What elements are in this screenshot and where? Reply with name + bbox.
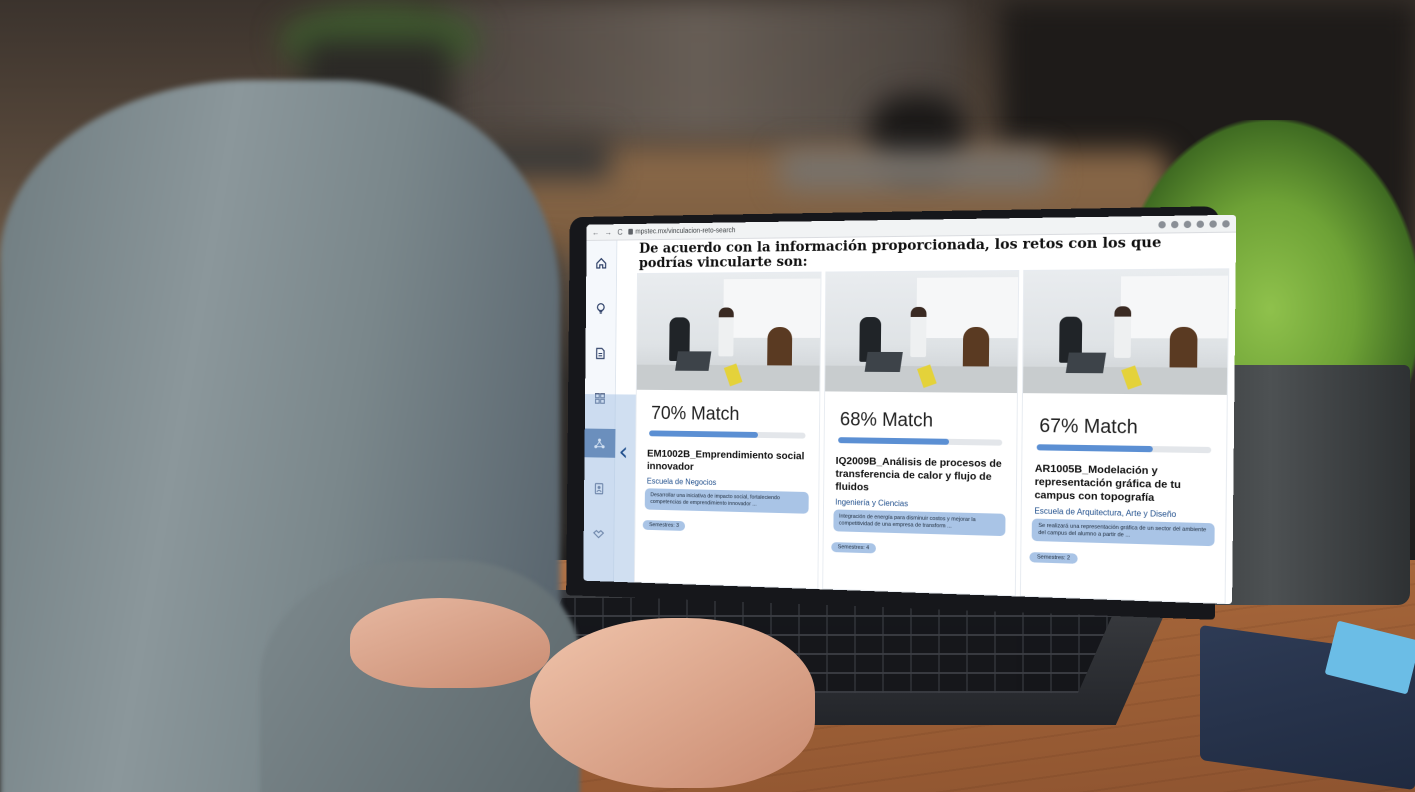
sidebar-item-ideas[interactable]: [585, 293, 616, 322]
photo-laptop: [674, 351, 712, 371]
challenge-title[interactable]: IQ2009B_Análisis de procesos de transfer…: [835, 455, 1004, 498]
url-text: mpstec.mx/vinculacion-reto-search: [635, 226, 736, 236]
profile-icon[interactable]: [1222, 219, 1230, 228]
home-icon: [595, 257, 607, 270]
photo-person: [1113, 306, 1132, 358]
challenge-cards: 70% Match EM1002B_Emprendimiento social …: [633, 268, 1230, 605]
main-content: De acuerdo con la información proporcion…: [583, 232, 1237, 605]
background-tray: [780, 150, 1050, 190]
card-photo: [636, 272, 821, 392]
challenge-description: Se realizará una representación gráfica …: [1032, 518, 1215, 547]
challenge-card[interactable]: 67% Match AR1005B_Modelación y represent…: [1020, 268, 1230, 605]
semester-badge: Semestres: 3: [642, 520, 686, 531]
card-photo: [1023, 269, 1229, 395]
semester-badge: Semestres: 4: [830, 542, 877, 554]
match-score: 70% Match: [651, 403, 740, 425]
semester-badge: Semestres: 2: [1029, 552, 1078, 564]
puzzle-icon[interactable]: [1209, 219, 1217, 228]
photo-person: [910, 306, 927, 358]
school-name: Ingeniería y Ciencias: [835, 497, 909, 509]
right-hand: [530, 618, 815, 788]
lightbulb-icon: [595, 302, 607, 315]
extension-icon[interactable]: [1196, 219, 1205, 228]
document-icon: [594, 347, 606, 360]
laptop-screen: ← → C mpstec.mx/vinculacion-reto-search: [583, 214, 1237, 605]
challenge-description: Desarrollar una iniciativa de impacto so…: [644, 488, 809, 514]
app-body: De acuerdo con la información proporcion…: [583, 232, 1237, 605]
challenge-card[interactable]: 70% Match EM1002B_Emprendimiento social …: [633, 271, 822, 590]
lock-icon: [628, 228, 633, 235]
card-photo: [824, 271, 1019, 394]
match-progress-bar: [1037, 444, 1212, 454]
page-heading: De acuerdo con la información proporcion…: [638, 234, 1162, 272]
match-progress-fill: [1037, 444, 1153, 453]
challenge-title[interactable]: EM1002B_Emprendimiento social innovador: [647, 448, 807, 476]
school-name: Escuela de Negocios: [646, 476, 717, 487]
sidebar-item-documents[interactable]: [585, 339, 616, 368]
photo-person: [717, 307, 734, 357]
photo-laptop: [1065, 352, 1107, 374]
match-progress-fill: [649, 430, 758, 438]
address-bar[interactable]: mpstec.mx/vinculacion-reto-search: [628, 221, 1152, 235]
back-nav-button[interactable]: ←: [592, 228, 599, 237]
forward-nav-button[interactable]: →: [605, 228, 612, 237]
school-name: Escuela de Arquitectura, Arte y Diseño: [1034, 506, 1177, 520]
photo-laptop: [865, 351, 904, 373]
previous-arrow-icon[interactable]: ‹: [615, 438, 632, 467]
match-score: 68% Match: [839, 409, 934, 432]
match-progress-bar: [649, 430, 806, 439]
challenge-card[interactable]: 68% Match IQ2009B_Análisis de procesos d…: [821, 269, 1020, 597]
match-progress-bar: [837, 437, 1003, 446]
star-icon[interactable]: [1171, 220, 1179, 228]
sidebar-highlight: [583, 394, 640, 588]
extension-icon[interactable]: [1183, 220, 1192, 228]
challenge-title[interactable]: AR1005B_Modelación y representación gráf…: [1034, 463, 1213, 507]
sidebar-item-home[interactable]: [586, 248, 617, 277]
challenge-description: Integración de energía para disminuir co…: [833, 509, 1006, 537]
match-progress-fill: [837, 437, 950, 445]
extensions-bar: [1158, 219, 1230, 228]
share-icon[interactable]: [1158, 220, 1166, 228]
match-score: 67% Match: [1039, 415, 1138, 439]
reload-button[interactable]: C: [617, 227, 622, 236]
